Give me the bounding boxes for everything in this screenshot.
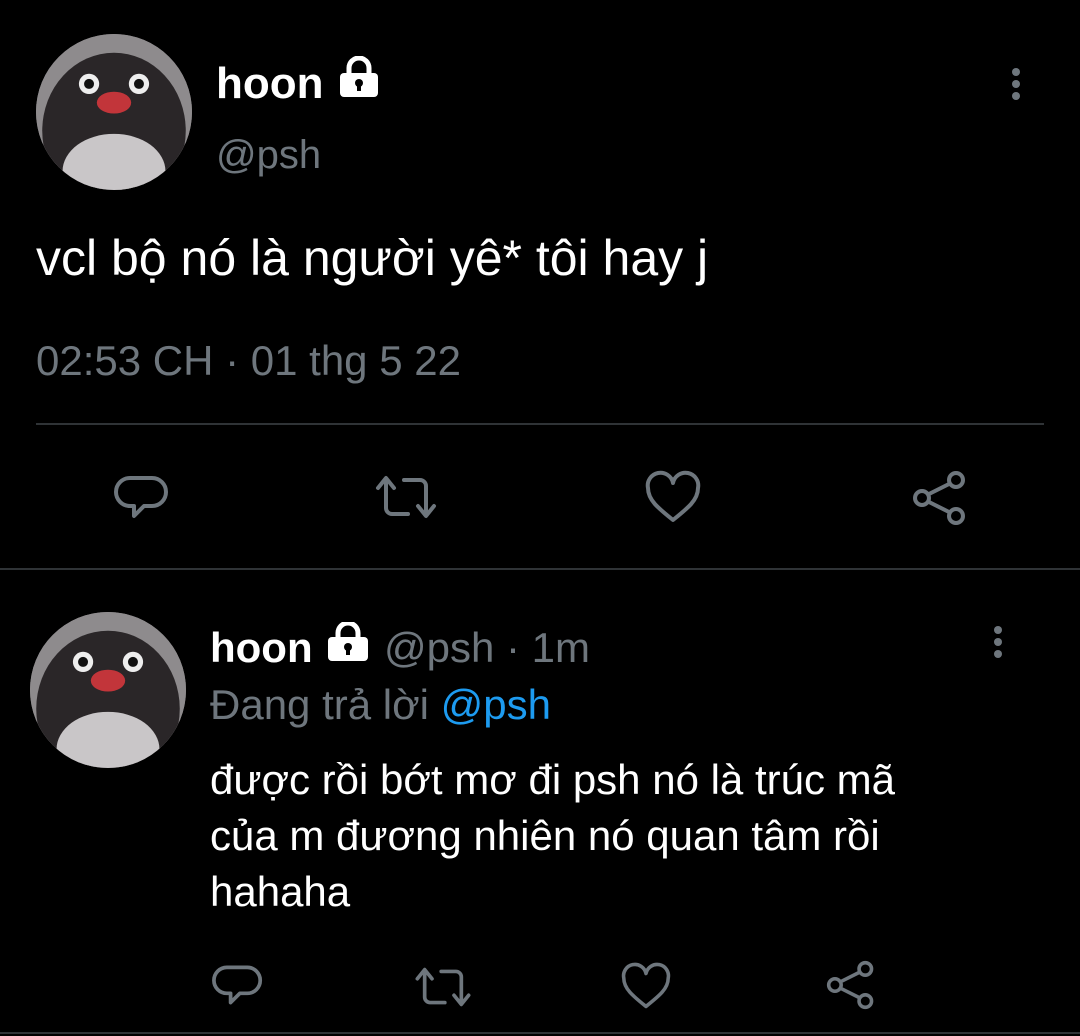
reply-text-line: được rồi bớt mơ đi psh nó là trúc mã [210,756,895,803]
penguin-avatar-image [36,34,192,190]
replying-to-link[interactable]: @psh [441,681,551,728]
like-icon[interactable] [620,962,672,1010]
penguin-avatar-image [30,612,186,768]
reply-icon[interactable] [114,470,170,524]
handle[interactable]: @psh [216,132,321,178]
lock-icon [324,620,372,673]
reply-header: hoon @psh · 1m [210,620,590,673]
display-name[interactable]: hoon [210,624,313,671]
retweet-icon[interactable] [410,962,476,1012]
share-icon[interactable] [824,960,878,1010]
avatar[interactable] [30,612,186,768]
tweet-text: vcl bộ nó là người yê* tôi hay j [36,230,709,286]
tweet-separator [0,568,1080,570]
display-name[interactable]: hoon [216,55,382,109]
share-icon[interactable] [910,470,970,526]
bottom-divider [0,1032,1080,1034]
reply-icon[interactable] [212,960,264,1010]
replying-prefix: Đang trả lời [210,681,429,728]
lock-icon [336,55,382,109]
like-icon[interactable] [644,470,702,524]
handle[interactable]: @psh [384,624,494,671]
reply-text-line: của m đương nhiên nó quan tâm rồi [210,812,880,859]
reply-text-line: hahaha [210,868,351,915]
reply-text: được rồi bớt mơ đi psh nó là trúc mã của… [210,752,895,920]
time-ago[interactable]: · 1m [506,624,590,671]
timestamp[interactable]: 02:53 CH · 01 thg 5 22 [36,336,461,386]
more-options-icon[interactable] [1012,64,1020,104]
more-options-icon[interactable] [994,622,1002,662]
display-name-text: hoon [216,59,324,108]
retweet-icon[interactable] [370,470,442,524]
avatar[interactable] [36,34,192,190]
divider [36,423,1044,425]
replying-to: Đang trả lời @psh [210,680,551,730]
